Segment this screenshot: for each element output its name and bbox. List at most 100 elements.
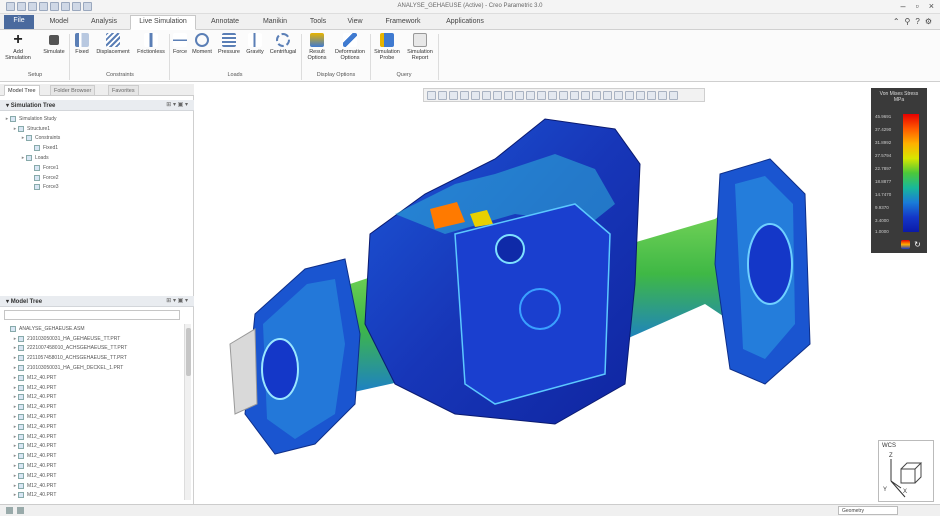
model-tree-scrollbar[interactable]	[184, 324, 191, 500]
part-icon	[18, 414, 24, 421]
add-simulation-button[interactable]: + Add Simulation	[4, 32, 32, 62]
legend-colors-icon[interactable]	[901, 240, 910, 249]
model-tree-item[interactable]: ▸ M12_40.PRT	[4, 422, 194, 432]
force-button[interactable]: Force	[172, 33, 188, 55]
pressure-icon	[222, 33, 236, 47]
tab-analysis[interactable]: Analysis	[82, 16, 126, 29]
model-tree-item[interactable]: ▸ M12_40.PRT	[4, 393, 194, 403]
model-tree-header[interactable]: ▾ Model Tree ⊞ ▾ ▣ ▾	[0, 296, 194, 307]
model-tree-item[interactable]: ▸ M12_40.PRT	[4, 383, 194, 393]
scrollbar-thumb[interactable]	[186, 328, 191, 376]
legend-tick: 18.8877	[875, 179, 892, 184]
simulation-tree-item[interactable]: Fixed1	[4, 143, 194, 153]
legend-tick: 27.5794	[875, 153, 892, 158]
model-tree-item[interactable]: ▸ M12_40.PRT	[4, 402, 194, 412]
tree-item-label: M12_40.PRT	[27, 384, 57, 391]
simulation-tree-item[interactable]: Force3	[4, 183, 194, 193]
help-icon[interactable]: ?	[915, 17, 919, 26]
stress-result-model[interactable]	[195, 84, 940, 504]
legend-tick: 45.9691	[875, 114, 892, 119]
tab-view[interactable]: View	[340, 16, 370, 29]
view-cube[interactable]: WCS Z X Y	[878, 440, 934, 502]
tree-item-label: M12_40.PRT	[27, 433, 57, 440]
simulation-probe-button[interactable]: Simulation Probe	[372, 33, 402, 61]
simulation-report-button[interactable]: Simulation Report	[404, 33, 436, 61]
displacement-button[interactable]: Displacement	[94, 33, 132, 55]
legend-title: Von Mises Stress MPa	[879, 91, 919, 103]
search-help-icon[interactable]: ⚲	[905, 17, 911, 26]
tree-item-label: M12_40.PRT	[27, 414, 57, 421]
simulate-button[interactable]: Simulate	[40, 33, 68, 55]
tab-applications[interactable]: Applications	[436, 16, 494, 29]
fixed-button[interactable]: Fixed	[72, 33, 92, 55]
selection-filter[interactable]: Geometry	[838, 506, 898, 515]
model-tree-item[interactable]: ▸ M12_40.PRT	[4, 491, 194, 501]
simulation-tree-header[interactable]: ▾ Simulation Tree ⊞ ▾ ▣ ▾	[0, 100, 194, 111]
part-icon	[34, 184, 40, 191]
model-tree-item[interactable]: ANALYSE_GEHAEUSE.ASM	[4, 324, 194, 334]
tree-item-label: Loads	[35, 155, 49, 162]
tree-item-label: 2211057458010_ACHSGEHAEUSE_TT.PRT	[27, 355, 127, 362]
tree-item-label: M12_40.PRT	[27, 492, 57, 499]
tab-model-tree[interactable]: Model Tree	[4, 85, 40, 96]
model-tree-search-input[interactable]	[4, 310, 180, 320]
tree-item-label: Structure1	[27, 125, 51, 132]
tab-folder-browser[interactable]: Folder Browser	[50, 85, 96, 96]
model-tree-item[interactable]: ▸ M12_40.PRT	[4, 461, 194, 471]
legend-tick: 22.7897	[875, 166, 892, 171]
pressure-button[interactable]: Pressure	[216, 33, 242, 55]
model-tree-item[interactable]: ▸ M12_40.PRT	[4, 412, 194, 422]
legend-tick: 31.8992	[875, 140, 892, 145]
settings-icon[interactable]: ⚙	[925, 17, 932, 26]
model-tree-item[interactable]: ▸ M12_40.PRT	[4, 451, 194, 461]
moment-button[interactable]: Moment	[190, 33, 214, 55]
tab-live-simulation[interactable]: Live Simulation	[130, 15, 196, 30]
graphics-window[interactable]: Von Mises Stress MPa 45.9691 37.4290 31.…	[195, 84, 940, 504]
maximize-icon[interactable]: ▫	[916, 1, 919, 11]
tab-file[interactable]: File	[4, 15, 34, 29]
reset-legend-icon[interactable]: ↻	[913, 240, 922, 249]
left-flange-bore	[261, 338, 299, 400]
simulation-tree-item[interactable]: Force2	[4, 173, 194, 183]
model-tree-item[interactable]: ▸ 210103050031_HA_GEH_DECKEL_1.PRT	[4, 363, 194, 373]
model-tree-item[interactable]: ▸ 210103050031_HA_GEHAEUSE_TT.PRT	[4, 334, 194, 344]
result-options-button[interactable]: Result Options	[304, 33, 330, 61]
tree-tools-icon[interactable]: ⊞ ▾ ▣ ▾	[166, 297, 188, 304]
part-icon	[18, 345, 24, 352]
tab-favorites[interactable]: Favorites	[108, 85, 139, 96]
tab-tools[interactable]: Tools	[302, 16, 334, 29]
frictionless-button[interactable]: Frictionless	[134, 33, 168, 55]
deformation-options-button[interactable]: Deformation Options	[332, 33, 368, 61]
cover-plate	[454, 203, 611, 405]
collapse-ribbon-icon[interactable]: ⌃	[893, 17, 900, 26]
minimize-icon[interactable]: –	[901, 1, 906, 11]
model-tree-item[interactable]: ▸ M12_40.PRT	[4, 471, 194, 481]
simulation-tree-item[interactable]: ▸ Constraints	[4, 134, 194, 144]
model-tree-item[interactable]: ▸ M12_40.PRT	[4, 432, 194, 442]
deformation-options-icon	[343, 33, 357, 47]
tab-model[interactable]: Model	[42, 16, 76, 29]
part-icon	[18, 335, 24, 342]
tab-annotate[interactable]: Annotate	[202, 16, 248, 29]
navigator-toggle-icon[interactable]	[6, 507, 13, 514]
simulation-tree-item[interactable]: ▸ Loads	[4, 153, 194, 163]
result-options-icon	[310, 33, 324, 47]
gravity-button[interactable]: Gravity	[244, 33, 266, 55]
simulation-tree-item[interactable]: ▸ Simulation Study	[4, 114, 194, 124]
model-tree-item[interactable]: ▸ 2211057458010_ACHSGEHAEUSE_TT.PRT	[4, 353, 194, 363]
model-tree-item[interactable]: ▸ 2221007458010_ACHSGEHAEUSE_TT.PRT	[4, 344, 194, 354]
close-icon[interactable]: ×	[929, 1, 934, 11]
group-label-setup: Setup	[27, 72, 43, 78]
ribbon-separator	[438, 34, 439, 80]
tab-manikin[interactable]: Manikin	[254, 16, 296, 29]
model-tree-item[interactable]: ▸ M12_40.PRT	[4, 373, 194, 383]
tree-tools-icon[interactable]: ⊞ ▾ ▣ ▾	[166, 101, 188, 108]
navigator-pane: Model Tree Folder Browser Favorites ▾ Si…	[0, 84, 194, 516]
model-tree-item[interactable]: ▸ M12_40.PRT	[4, 481, 194, 491]
model-tree-item[interactable]: ▸ M12_40.PRT	[4, 442, 194, 452]
simulation-tree-item[interactable]: Force1	[4, 163, 194, 173]
centrifugal-button[interactable]: Centrifugal	[268, 33, 298, 55]
simulation-tree-item[interactable]: ▸ Structure1	[4, 124, 194, 134]
tab-framework[interactable]: Framework	[376, 16, 430, 29]
browser-toggle-icon[interactable]	[17, 507, 24, 514]
